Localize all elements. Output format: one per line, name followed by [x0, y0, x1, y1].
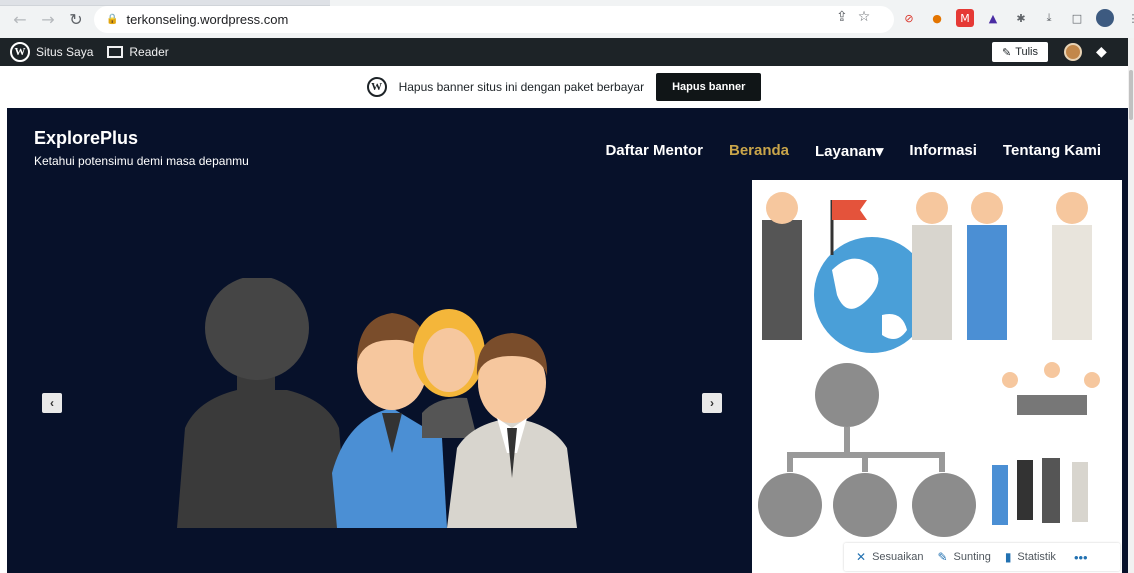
lock-icon: 🔒 [106, 14, 119, 25]
reader-link[interactable]: Reader [129, 45, 168, 59]
collage-bottom-strip [767, 540, 807, 565]
stats-button[interactable]: ▮ Statistik [1005, 550, 1056, 564]
site-title[interactable]: ExplorePlus [34, 128, 138, 149]
bar-chart-icon: ▮ [1004, 550, 1012, 564]
slider-next-button[interactable]: › [702, 393, 722, 413]
extensions-puzzle-icon[interactable]: ✱ [1012, 9, 1030, 27]
upgrade-banner: W Hapus banner situs ini dengan paket be… [0, 66, 1128, 108]
tools-icon: ✕ [856, 550, 867, 564]
customize-button[interactable]: ✕ Sesuaikan [856, 550, 923, 564]
edit-label: Sunting [953, 551, 991, 563]
browser-menu-icon[interactable]: ⋮ [1124, 9, 1134, 27]
extension-m-icon[interactable]: M [956, 9, 974, 27]
extension-grad-icon[interactable]: ▲ [984, 9, 1002, 27]
hero-illustration [177, 278, 577, 528]
forward-icon[interactable]: → [34, 5, 62, 33]
menu-item-tentang-kami[interactable]: Tentang Kami [1003, 142, 1101, 160]
admin-quick-toolbar: ✕ Sesuaikan ✎ Sunting ▮ Statistik ••• [844, 543, 1120, 571]
menu-item-beranda[interactable]: Beranda [729, 142, 789, 160]
url-text: terkonseling.wordpress.com [126, 12, 289, 27]
my-site-link[interactable]: Situs Saya [36, 45, 93, 59]
extension-fire-icon[interactable]: ● [928, 9, 946, 27]
address-bar[interactable]: 🔒 terkonseling.wordpress.com [94, 6, 894, 33]
bookmark-star-icon[interactable]: ☆ [858, 9, 871, 25]
slider-prev-button[interactable]: ‹ [42, 393, 62, 413]
wordpress-logo-icon[interactable]: W [10, 42, 30, 62]
wordpress-logo-icon: W [366, 77, 387, 97]
reload-icon[interactable]: ↻ [62, 5, 90, 33]
customize-label: Sesuaikan [872, 551, 924, 563]
menu-item-daftar-mentor[interactable]: Daftar Mentor [605, 142, 703, 160]
site-header: ExplorePlus Ketahui potensimu demi masa … [7, 108, 1128, 573]
share-icon[interactable]: ⇪ [836, 9, 848, 25]
write-button-label: Tulis [1015, 46, 1039, 58]
back-icon[interactable]: ← [6, 5, 34, 33]
site-tagline: Ketahui potensimu demi masa depanmu [34, 154, 249, 168]
profile-avatar-icon[interactable] [1096, 9, 1114, 27]
banner-text: Hapus banner situs ini dengan paket berb… [398, 80, 645, 94]
wordpress-admin-bar: W Situs Saya Reader ✎ Tulis ◆ [0, 38, 1128, 66]
menu-item-layanan[interactable]: Layanan▾ [815, 142, 883, 160]
browser-toolbar: ← → ↻ 🔒 terkonseling.wordpress.com ⇪ ☆ ⊘… [0, 0, 1134, 38]
download-icon[interactable]: ⤓ [1040, 9, 1058, 27]
notifications-icon[interactable]: ◆ [1096, 44, 1107, 60]
extension-block-icon[interactable]: ⊘ [900, 9, 918, 27]
more-options-button[interactable]: ••• [1074, 550, 1088, 565]
remove-banner-button[interactable]: Hapus banner [656, 73, 762, 101]
team-collage-image [752, 180, 1122, 573]
pencil-icon: ✎ [937, 550, 948, 564]
scrollbar-thumb[interactable] [1129, 70, 1133, 120]
edit-button[interactable]: ✎ Sunting [937, 550, 990, 564]
pencil-icon: ✎ [1001, 46, 1012, 59]
primary-menu: Daftar Mentor Beranda Layanan▾ Informasi… [605, 142, 1101, 160]
write-button[interactable]: ✎ Tulis [992, 42, 1048, 62]
reader-icon[interactable] [107, 46, 124, 58]
menu-item-informasi[interactable]: Informasi [909, 142, 977, 160]
user-avatar[interactable] [1064, 43, 1082, 61]
sidepanel-icon[interactable]: □ [1068, 9, 1086, 27]
stats-label: Statistik [1017, 551, 1056, 563]
